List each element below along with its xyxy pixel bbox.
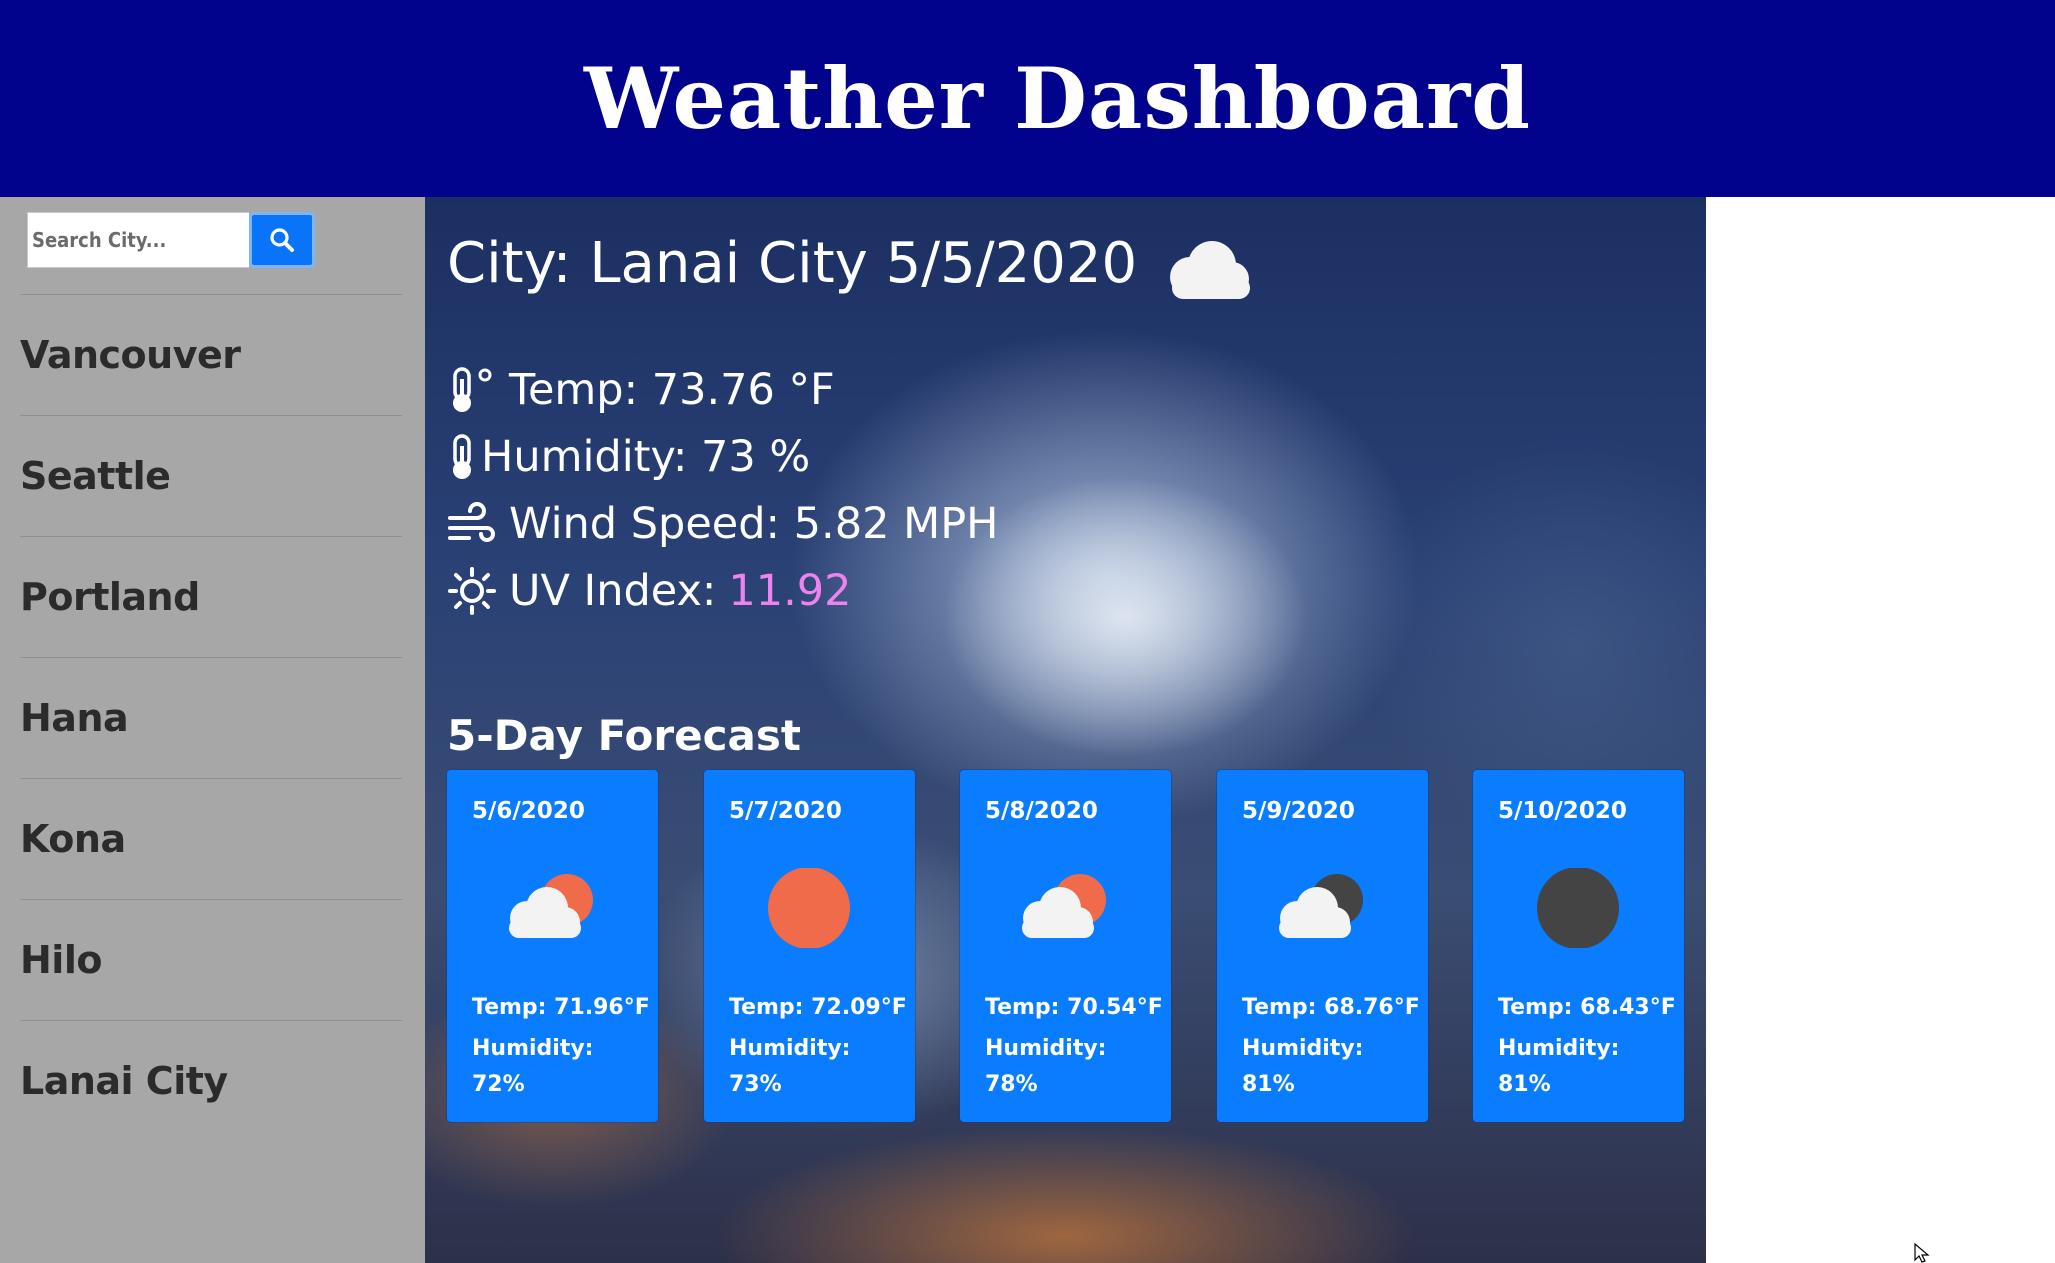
forecast-temp: Temp: 68.76°F xyxy=(1242,995,1420,1020)
cloud-sun-icon xyxy=(509,874,593,938)
forecast-temp: Temp: 72.09°F xyxy=(729,995,907,1020)
temp-value: Temp: 73.76 °F xyxy=(509,365,835,415)
search-icon xyxy=(270,228,294,252)
forecast-card: 5/8/2020 Temp: 70.54°F Humidity: 78% xyxy=(960,770,1171,1122)
page-title: Weather Dashboard xyxy=(584,49,1531,148)
header: Weather Dashboard xyxy=(0,0,2055,197)
city-item-lanai-city[interactable]: Lanai City xyxy=(20,1020,402,1141)
city-item-seattle[interactable]: Seattle xyxy=(20,415,402,536)
uv-index-value: 11.92 xyxy=(728,566,852,616)
uv-label: UV Index: xyxy=(509,566,717,616)
sidebar: Vancouver Seattle Portland Hana Kona Hil… xyxy=(0,197,425,1263)
city-item-portland[interactable]: Portland xyxy=(20,536,402,657)
forecast-date: 5/10/2020 xyxy=(1498,798,1627,824)
search-bar xyxy=(27,212,315,268)
city-history-list: Vancouver Seattle Portland Hana Kona Hil… xyxy=(20,294,402,1141)
sun-outline-icon xyxy=(447,566,497,616)
city-item-hana[interactable]: Hana xyxy=(20,657,402,778)
city-item-hilo[interactable]: Hilo xyxy=(20,899,402,1020)
forecast-card: 5/9/2020 Temp: 68.76°F Humidity: 81% xyxy=(1217,770,1428,1122)
forecast-card: 5/7/2020 Temp: 72.09°F Humidity: 73% xyxy=(704,770,915,1122)
wind-stat: Wind Speed: 5.82 MPH xyxy=(447,499,998,549)
forecast-date: 5/7/2020 xyxy=(729,798,842,824)
city-item-kona[interactable]: Kona xyxy=(20,778,402,899)
forecast-title: 5-Day Forecast xyxy=(447,711,801,760)
wind-icon xyxy=(447,502,497,546)
cloud-icon xyxy=(1170,241,1250,299)
thermometer-icon xyxy=(447,432,477,482)
search-button[interactable] xyxy=(249,212,315,268)
humidity-stat: Humidity: 73 % xyxy=(447,432,810,482)
forecast-date: 5/6/2020 xyxy=(472,798,585,824)
forecast-date: 5/9/2020 xyxy=(1242,798,1355,824)
forecast-humidity: Humidity: 72% xyxy=(472,1036,594,1097)
forecast-humidity: Humidity: 73% xyxy=(729,1036,851,1097)
wind-value: Wind Speed: 5.82 MPH xyxy=(509,499,999,549)
cloud-moon-icon xyxy=(1279,874,1363,938)
current-city-title: City: Lanai City 5/5/2020 xyxy=(447,231,1138,296)
uv-stat: UV Index: 11.92 xyxy=(447,566,852,616)
forecast-date: 5/8/2020 xyxy=(985,798,1098,824)
cloud-sun-icon xyxy=(1022,874,1106,938)
mouse-cursor-icon xyxy=(1914,1243,1930,1263)
forecast-temp: Temp: 68.43°F xyxy=(1498,995,1676,1020)
current-weather-panel: City: Lanai City 5/5/2020 Temp: 73.76 °F xyxy=(425,197,1706,1263)
sun-icon xyxy=(768,868,850,948)
city-item-vancouver[interactable]: Vancouver xyxy=(20,294,402,415)
forecast-card: 5/6/2020 Temp: 71.96°F Humidity: 72% xyxy=(447,770,658,1122)
forecast-card: 5/10/2020 Temp: 68.43°F Humidity: 81% xyxy=(1473,770,1684,1122)
search-input[interactable] xyxy=(27,212,249,268)
moon-icon xyxy=(1537,868,1619,948)
forecast-temp: Temp: 70.54°F xyxy=(985,995,1163,1020)
temp-stat: Temp: 73.76 °F xyxy=(447,365,835,415)
thermometer-degree-icon xyxy=(447,365,497,415)
forecast-humidity: Humidity: 81% xyxy=(1498,1036,1620,1097)
forecast-humidity: Humidity: 78% xyxy=(985,1036,1107,1097)
humidity-value: Humidity: 73 % xyxy=(481,432,811,482)
forecast-temp: Temp: 71.96°F xyxy=(472,995,650,1020)
forecast-humidity: Humidity: 81% xyxy=(1242,1036,1364,1097)
